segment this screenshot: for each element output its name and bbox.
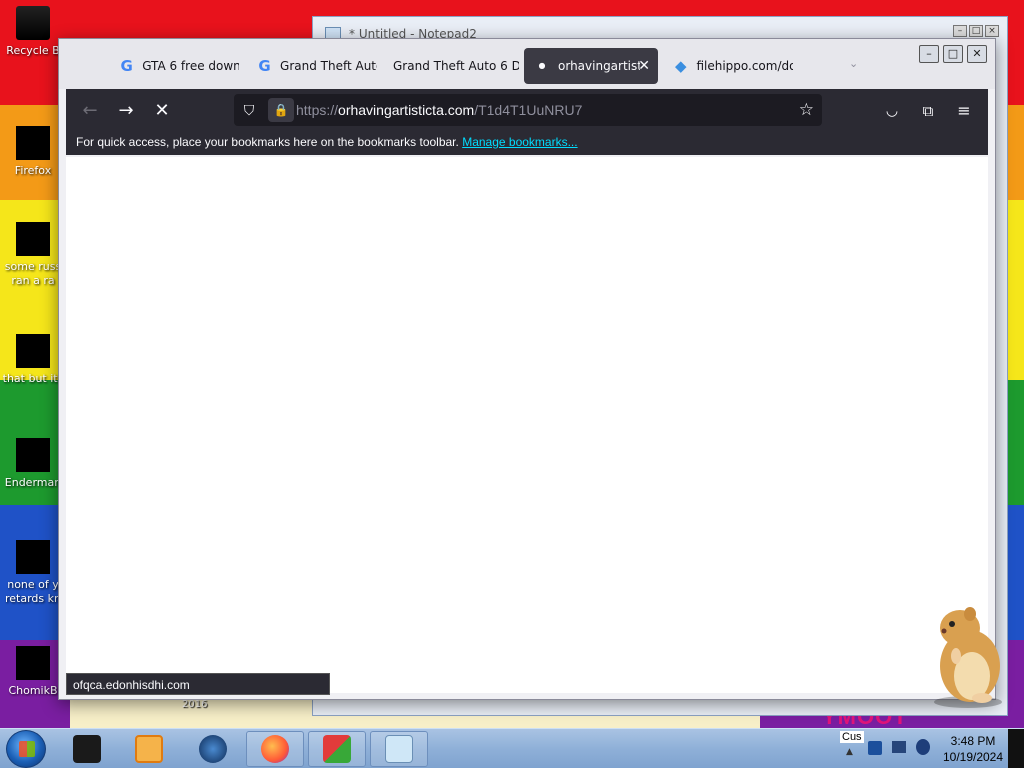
desktop-icon-label: Firefox xyxy=(14,164,52,177)
clock-date: 10/19/2024 xyxy=(942,750,1004,764)
close-tab-icon[interactable]: ✕ xyxy=(638,58,650,74)
desktop-icon-label: Enderman xyxy=(4,476,62,489)
globe-icon xyxy=(199,735,227,763)
minimize-button[interactable]: – xyxy=(919,45,939,63)
notepad-icon xyxy=(385,735,413,763)
bookmarks-hint-text: For quick access, place your bookmarks h… xyxy=(76,135,459,149)
desktop-icon-label: none of y retards kn xyxy=(5,578,61,605)
taskbar: Cus ▲ 3:48 PM 10/19/2024 xyxy=(0,728,1024,768)
tab-gta6-free-download[interactable]: G GTA 6 free downl xyxy=(109,48,239,84)
desktop-icon-firefox[interactable]: Firefox xyxy=(0,126,66,178)
taskbar-item-notepad[interactable] xyxy=(370,731,428,767)
maximize-button[interactable]: □ xyxy=(969,25,983,37)
url-scheme: https:// xyxy=(296,102,339,118)
bookmark-star-icon[interactable]: ☆ xyxy=(799,100,814,120)
back-button[interactable]: ← xyxy=(76,97,104,125)
hippo-icon: ◆ xyxy=(674,57,687,75)
dot-icon: ● xyxy=(538,61,546,70)
firefox-desktop-icon xyxy=(16,126,50,160)
terminal-icon xyxy=(73,735,101,763)
taskbar-clock[interactable]: 3:48 PM 10/19/2024 xyxy=(938,733,1008,765)
tab-grand-theft-auto-6[interactable]: Grand Theft Auto 6 Do xyxy=(383,48,519,84)
recycle-bin-icon xyxy=(16,6,50,40)
system-tray: Cus ▲ 3:48 PM 10/19/2024 xyxy=(838,729,1024,768)
google-icon: G xyxy=(120,57,133,75)
notepad-window-controls: – □ × xyxy=(953,25,999,37)
windows-logo-icon xyxy=(19,741,35,757)
tracking-protection-shield-icon[interactable]: ⛉ xyxy=(240,102,258,119)
app-icon xyxy=(16,646,50,680)
desktop-icon-label: ChomikB xyxy=(8,684,58,697)
manage-bookmarks-link[interactable]: Manage bookmarks... xyxy=(462,135,577,149)
status-url-tooltip: ofqca.edonhisdhi.com xyxy=(66,673,330,695)
tab-list-chevron-icon[interactable]: ⌄ xyxy=(849,57,858,70)
taskbar-item-app[interactable] xyxy=(308,731,366,767)
close-window-button[interactable]: ✕ xyxy=(967,45,987,63)
desktop-icon-recycle-bin[interactable]: Recycle B xyxy=(0,6,66,58)
taskbar-item-media-player[interactable] xyxy=(120,731,178,767)
desktop-icon-chomik[interactable]: ChomikB xyxy=(0,646,66,698)
tab-strip: G GTA 6 free downl G Grand Theft Auto Gr… xyxy=(59,39,995,89)
app-window-icon xyxy=(323,735,351,763)
start-button[interactable] xyxy=(6,730,46,768)
tab-label: Grand Theft Auto 6 Do xyxy=(393,59,519,73)
desktop-icon-file-3[interactable]: none of y retards kn xyxy=(0,540,66,606)
tab-grand-theft-auto[interactable]: G Grand Theft Auto xyxy=(247,48,377,84)
desktop-icon-file-2[interactable]: that but its xyxy=(0,334,66,386)
google-icon: G xyxy=(258,57,271,75)
menu-hamburger-icon[interactable]: ≡ xyxy=(950,97,978,125)
file-icon xyxy=(16,334,50,368)
hamster-mascot-image xyxy=(934,607,1002,708)
tray-volume-icon[interactable] xyxy=(916,739,930,755)
tray-monitor-icon[interactable] xyxy=(892,741,906,753)
tray-network-icon[interactable] xyxy=(868,741,882,755)
tray-arrow-icon[interactable]: ▲ xyxy=(846,747,853,757)
taskbar-item-terminal[interactable] xyxy=(58,731,116,767)
tab-label: GTA 6 free downl xyxy=(142,59,239,73)
media-player-icon xyxy=(135,735,163,763)
maximize-button[interactable]: □ xyxy=(943,45,963,63)
minimize-button[interactable]: – xyxy=(953,25,967,37)
close-button[interactable]: × xyxy=(985,25,999,37)
taskbar-item-globe[interactable] xyxy=(184,731,242,767)
taskbar-item-firefox[interactable] xyxy=(246,731,304,767)
show-desktop-button[interactable] xyxy=(1008,729,1024,768)
tab-label: orhavingartisti xyxy=(558,59,640,73)
app-icon xyxy=(16,438,50,472)
tab-orhavingartisticta[interactable]: ● orhavingartisti ✕ xyxy=(524,48,658,84)
tab-label: Grand Theft Auto xyxy=(280,59,377,73)
extensions-icon[interactable]: ⧉ xyxy=(914,97,942,125)
url-domain: orhavingartisticta.com xyxy=(338,102,475,118)
stop-loading-button[interactable]: ✕ xyxy=(148,97,176,125)
forward-button[interactable]: → xyxy=(112,97,140,125)
desktop-icon-label: Recycle B xyxy=(6,44,60,57)
url-bar[interactable]: ⛉ 🔒 https:// orhavingartisticta.com /T1d… xyxy=(234,94,822,126)
desktop-icon-label: some russ ran a ra xyxy=(4,260,62,287)
page-content-area[interactable] xyxy=(66,157,988,693)
firefox-icon xyxy=(261,735,289,763)
desktop-icon-label: that but its xyxy=(2,372,64,385)
file-icon xyxy=(16,540,50,574)
clock-time: 3:48 PM xyxy=(950,734,996,748)
wallpaper-year: 2016 xyxy=(182,699,208,710)
tab-label: filehippo.com/do xyxy=(696,59,793,73)
tab-filehippo[interactable]: ◆ filehippo.com/do xyxy=(663,48,793,84)
pocket-icon[interactable]: ◡ xyxy=(878,97,906,125)
tray-label[interactable]: Cus xyxy=(840,731,864,743)
file-icon xyxy=(16,222,50,256)
lock-icon[interactable]: 🔒 xyxy=(268,98,294,122)
bookmarks-toolbar: For quick access, place your bookmarks h… xyxy=(76,135,578,149)
firefox-window[interactable]: G GTA 6 free downl G Grand Theft Auto Gr… xyxy=(58,38,996,700)
desktop-icon-enderman[interactable]: Enderman xyxy=(0,438,66,490)
navigation-toolbar: ← → ✕ ⛉ 🔒 https:// orhavingartisticta.co… xyxy=(66,89,988,155)
desktop-icon-file-1[interactable]: some russ ran a ra xyxy=(0,222,66,288)
url-path: /T1d4T1UuNRU7 xyxy=(474,102,583,118)
